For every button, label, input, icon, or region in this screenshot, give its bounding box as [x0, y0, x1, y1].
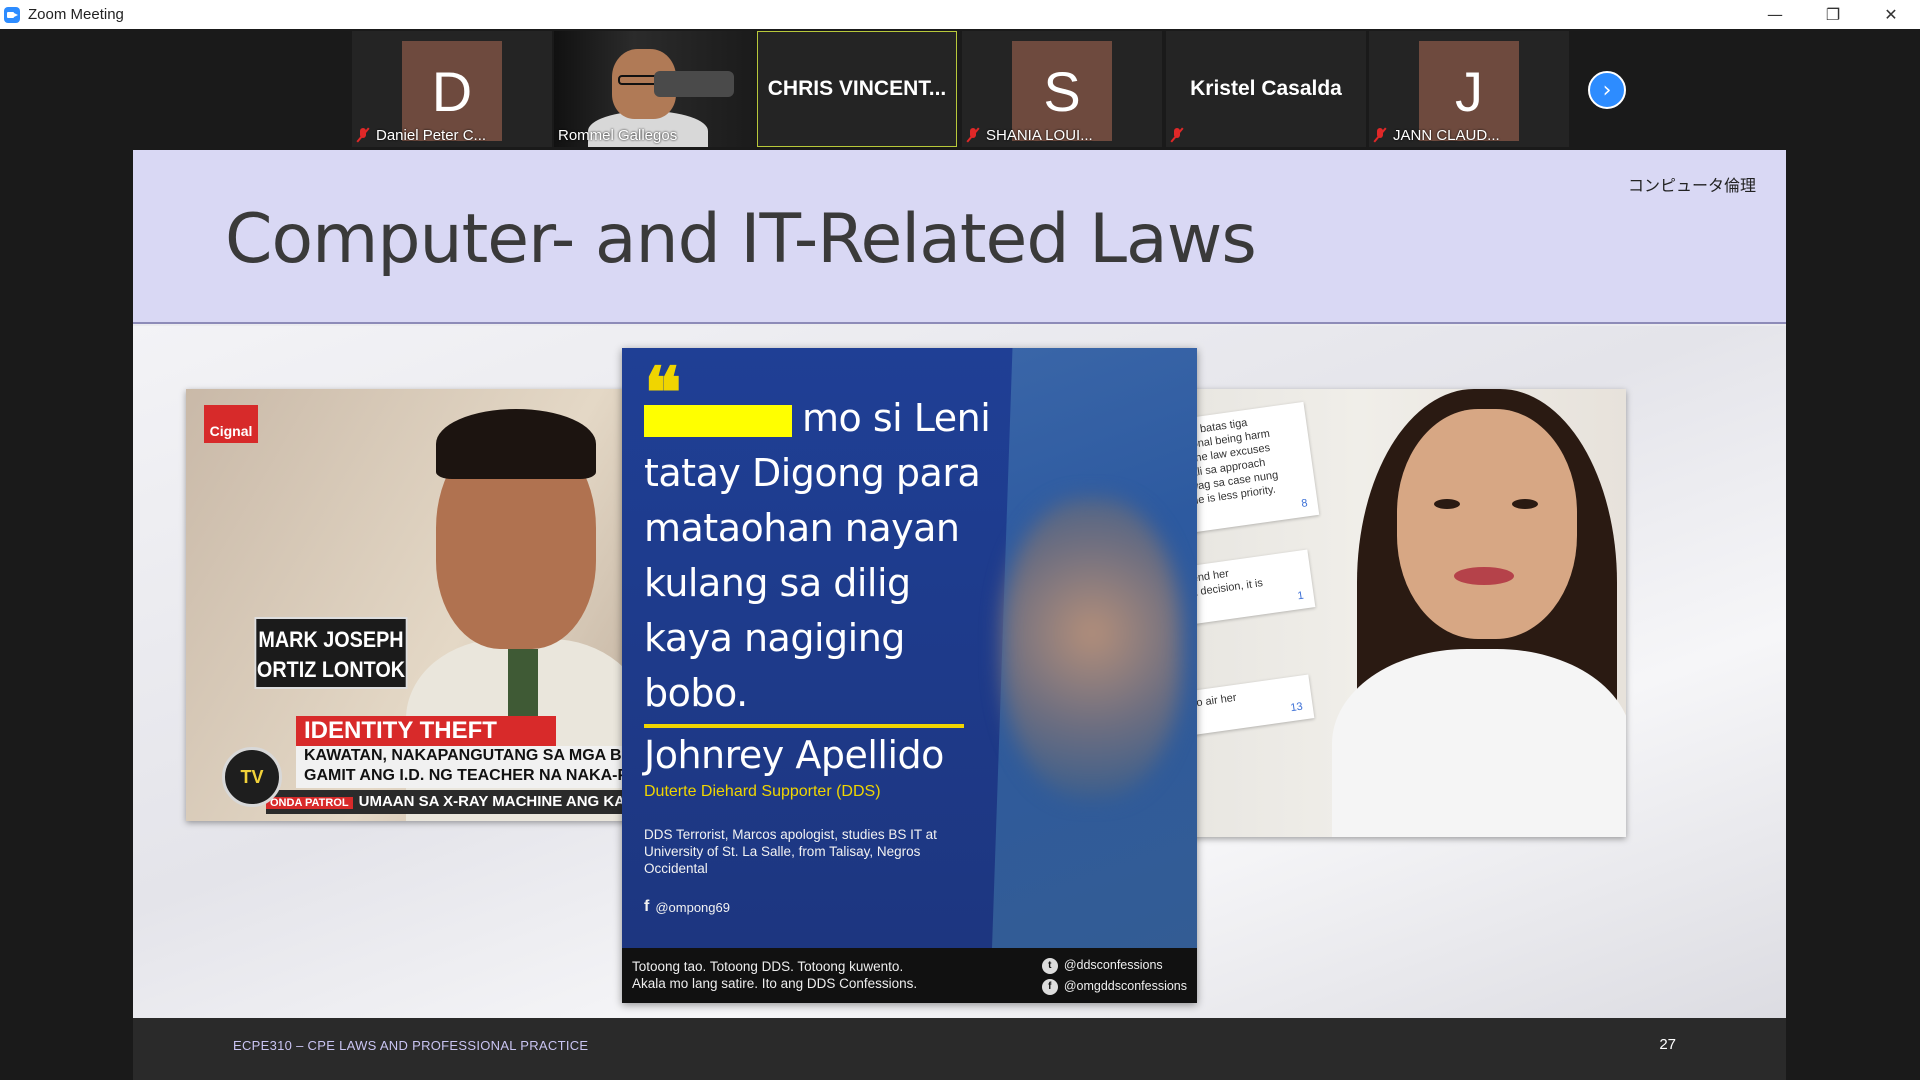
window-title: Zoom Meeting	[28, 6, 124, 23]
participant-name-row: Rommel Gallegos	[558, 125, 677, 145]
news-name-line: ORTIZ LONTOK	[256, 657, 406, 682]
quote-card-image: ❝ mo si Leni tatay Digong para mataohan …	[622, 348, 1197, 1003]
participant-strip: D Daniel Peter C... Rommel Gallegos CHRI…	[0, 29, 1920, 149]
restore-button[interactable]: ❐	[1804, 0, 1862, 29]
news-screenshot-image: Cignal MARK JOSEPH ORTIZ LONTOK IDENTITY…	[186, 389, 628, 821]
divider	[644, 724, 964, 728]
facebook-comment: ht to air her 13	[1182, 674, 1315, 738]
window-titlebar: Zoom Meeting — ❐ ✕	[0, 0, 1920, 29]
close-button[interactable]: ✕	[1862, 0, 1920, 29]
footer-social-handles: t @ddsconfessions f @omgddsconfessions	[1041, 955, 1187, 997]
quote-author-role: Duterte Diehard Supporter (DDS)	[644, 783, 881, 800]
quote-line: kulang sa dilig	[644, 561, 911, 605]
comment-text: may batas tiga ssional being harm of the…	[1182, 416, 1279, 509]
quote-line: kaya nagiging	[644, 616, 905, 660]
quote-author: Johnrey Apellido	[644, 733, 944, 777]
quote-line: mataohan nayan	[644, 506, 960, 550]
participant-name: Rommel Gallegos	[558, 126, 678, 144]
tv-patrol-logo: TV	[222, 747, 282, 807]
facebook-icon: f	[644, 898, 650, 915]
ticker-line: KAWATAN, NAKAPANGUTANG SA MGA BANGKO N	[304, 747, 628, 764]
ticker-line: GAMIT ANG I.D. NG TEACHER NA NAKA-POST S…	[304, 767, 628, 784]
minimize-button[interactable]: —	[1746, 0, 1804, 29]
quote-line: bobo.	[644, 671, 748, 715]
slide-header: Computer- and IT-Related Laws コンピュータ倫理	[133, 150, 1786, 324]
participant-name: Kristel Casalda	[1190, 77, 1342, 100]
footer-tagline: Totoong tao. Totoong DDS. Totoong kuwent…	[632, 958, 917, 992]
news-banner: IDENTITY THEFT	[296, 716, 556, 746]
facebook-icon: f	[1041, 978, 1058, 995]
participant-tile[interactable]: D Daniel Peter C...	[352, 31, 552, 147]
participant-tile[interactable]: Rommel Gallegos	[554, 31, 754, 147]
participant-name: SHANIA LOUI...	[986, 126, 1093, 144]
mic-muted-icon	[966, 127, 980, 143]
quote-line: mo si Leni	[802, 396, 991, 440]
news-ticker: KAWATAN, NAKAPANGUTANG SA MGA BANGKO N G…	[296, 746, 628, 788]
handle-text: @ompong69	[655, 899, 730, 915]
facebook-comment: may batas tiga ssional being harm of the…	[1182, 401, 1320, 535]
participant-tile[interactable]: Kristel Casalda	[1166, 31, 1366, 147]
twitter-icon: t	[1041, 957, 1058, 974]
chevron-right-icon: ›	[1602, 77, 1612, 103]
cignal-logo: Cignal	[204, 405, 258, 443]
quote-line: tatay Digong para	[644, 451, 981, 495]
slide-title: Computer- and IT-Related Laws	[225, 200, 1257, 279]
slide-tag: コンピュータ倫理	[1627, 176, 1756, 195]
ticker-line: UMAAN SA X-RAY MACHINE ANG KANYAN	[358, 793, 628, 810]
zoom-app-icon	[4, 6, 20, 23]
participant-name-row: SHANIA LOUI...	[966, 125, 1093, 145]
participant-tile[interactable]: J JANN CLAUD...	[1369, 31, 1569, 147]
participant-tile[interactable]: S SHANIA LOUI...	[962, 31, 1162, 147]
mic-muted-icon	[356, 127, 370, 143]
news-name-line: MARK JOSEPH	[258, 627, 404, 652]
participant-tile-active-speaker[interactable]: CHRIS VINCENT...	[757, 31, 957, 147]
facebook-handle: @omgddsconfessions	[1063, 979, 1187, 993]
quote-author-handle: f @ompong69	[644, 898, 730, 916]
window-controls: — ❐ ✕	[1746, 0, 1920, 29]
participant-name: JANN CLAUD...	[1393, 126, 1500, 144]
participant-name-row: JANN CLAUD...	[1373, 125, 1500, 145]
blurred-photo	[1002, 498, 1182, 798]
twitter-handle: @ddsconfessions	[1063, 958, 1163, 972]
participant-name: Daniel Peter C...	[376, 126, 487, 144]
shared-slide: Computer- and IT-Related Laws コンピュータ倫理 C…	[133, 150, 1786, 1080]
participant-name-row	[1170, 125, 1190, 145]
quote-card-footer: Totoong tao. Totoong DDS. Totoong kuwent…	[622, 948, 1197, 1003]
tagline-line: Akala mo lang satire. Ito ang DDS Confes…	[632, 976, 918, 991]
participant-name: CHRIS VINCENT...	[767, 77, 947, 100]
quote-author-bio: DDS Terrorist, Marcos apologist, studies…	[644, 827, 937, 876]
mic-muted-icon	[1373, 127, 1387, 143]
news-name-plate: MARK JOSEPH ORTIZ LONTOK	[254, 617, 408, 689]
participant-name-row: Daniel Peter C...	[356, 125, 486, 145]
video-screenshot-image: may batas tiga ssional being harm of the…	[1182, 389, 1626, 837]
mic-muted-icon	[1170, 127, 1184, 143]
slide-page-number: 27	[1659, 1036, 1676, 1053]
next-participants-button[interactable]: ›	[1588, 71, 1626, 109]
tagline-line: Totoong tao. Totoong DDS. Totoong kuwent…	[632, 959, 904, 974]
redaction-highlight	[644, 405, 792, 437]
facebook-comment: I send her e a decision, it is 1	[1182, 549, 1316, 627]
news-ticker-bottom: ONDA PATROL UMAAN SA X-RAY MACHINE ANG KA…	[266, 790, 628, 814]
slide-footer: ECPE310 – CPE LAWS AND PROFESSIONAL PRAC…	[133, 1018, 1786, 1080]
course-label: ECPE310 – CPE LAWS AND PROFESSIONAL PRAC…	[233, 1038, 589, 1053]
ticker-show: ONDA PATROL	[266, 797, 353, 809]
